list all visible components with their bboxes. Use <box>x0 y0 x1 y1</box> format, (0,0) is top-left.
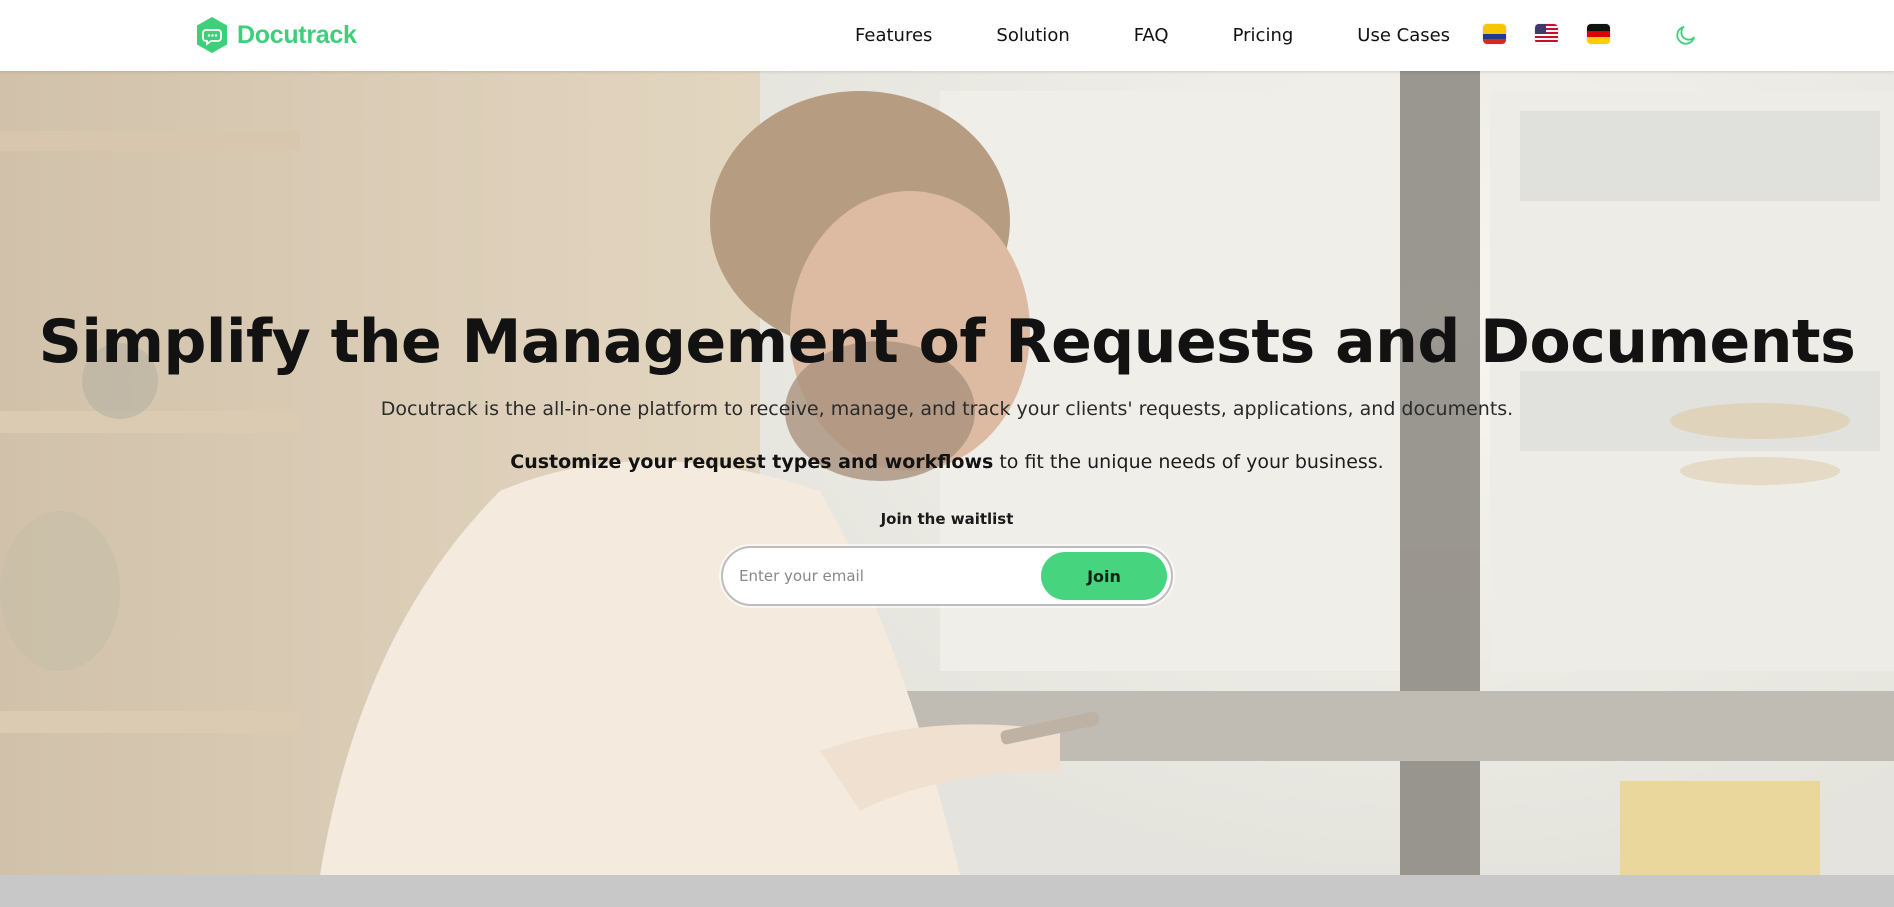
next-section-strip <box>0 875 1894 907</box>
waitlist-label: Join the waitlist <box>880 510 1014 528</box>
nav-link-features[interactable]: Features <box>855 25 932 46</box>
main-nav: Features Solution FAQ Pricing Use Cases <box>855 0 1450 71</box>
nav-link-pricing[interactable]: Pricing <box>1233 25 1294 46</box>
language-switcher <box>1483 24 1610 44</box>
hero-subtitle: Docutrack is the all-in-one platform to … <box>380 398 1514 420</box>
brand-home-link[interactable]: Docutrack <box>195 16 357 54</box>
moon-icon[interactable] <box>1674 23 1698 47</box>
top-navbar: Docutrack Features Solution FAQ Pricing … <box>0 0 1894 71</box>
nav-link-solution[interactable]: Solution <box>996 25 1069 46</box>
email-input[interactable] <box>739 558 1029 594</box>
usa-flag-icon[interactable] <box>1535 24 1558 44</box>
hero-subtitle-customize: Customize your request types and workflo… <box>0 451 1894 473</box>
brand-name: Docutrack <box>237 20 357 49</box>
nav-link-use-cases[interactable]: Use Cases <box>1357 25 1450 46</box>
hero-section: Simplify the Management of Requests and … <box>0 71 1894 875</box>
hero-title: Simplify the Management of Requests and … <box>38 307 1856 377</box>
hero-subtitle-bold: Customize your request types and workflo… <box>510 451 994 473</box>
join-button[interactable]: Join <box>1041 552 1167 600</box>
hero-content: Simplify the Management of Requests and … <box>0 71 1894 875</box>
hero-subtitle-rest: to fit the unique needs of your business… <box>993 451 1384 473</box>
docutrack-logo-icon <box>197 17 227 53</box>
germany-flag-icon[interactable] <box>1587 24 1610 44</box>
waitlist-form: Join <box>721 546 1173 606</box>
colombia-flag-icon[interactable] <box>1483 24 1506 44</box>
nav-link-faq[interactable]: FAQ <box>1134 25 1169 46</box>
